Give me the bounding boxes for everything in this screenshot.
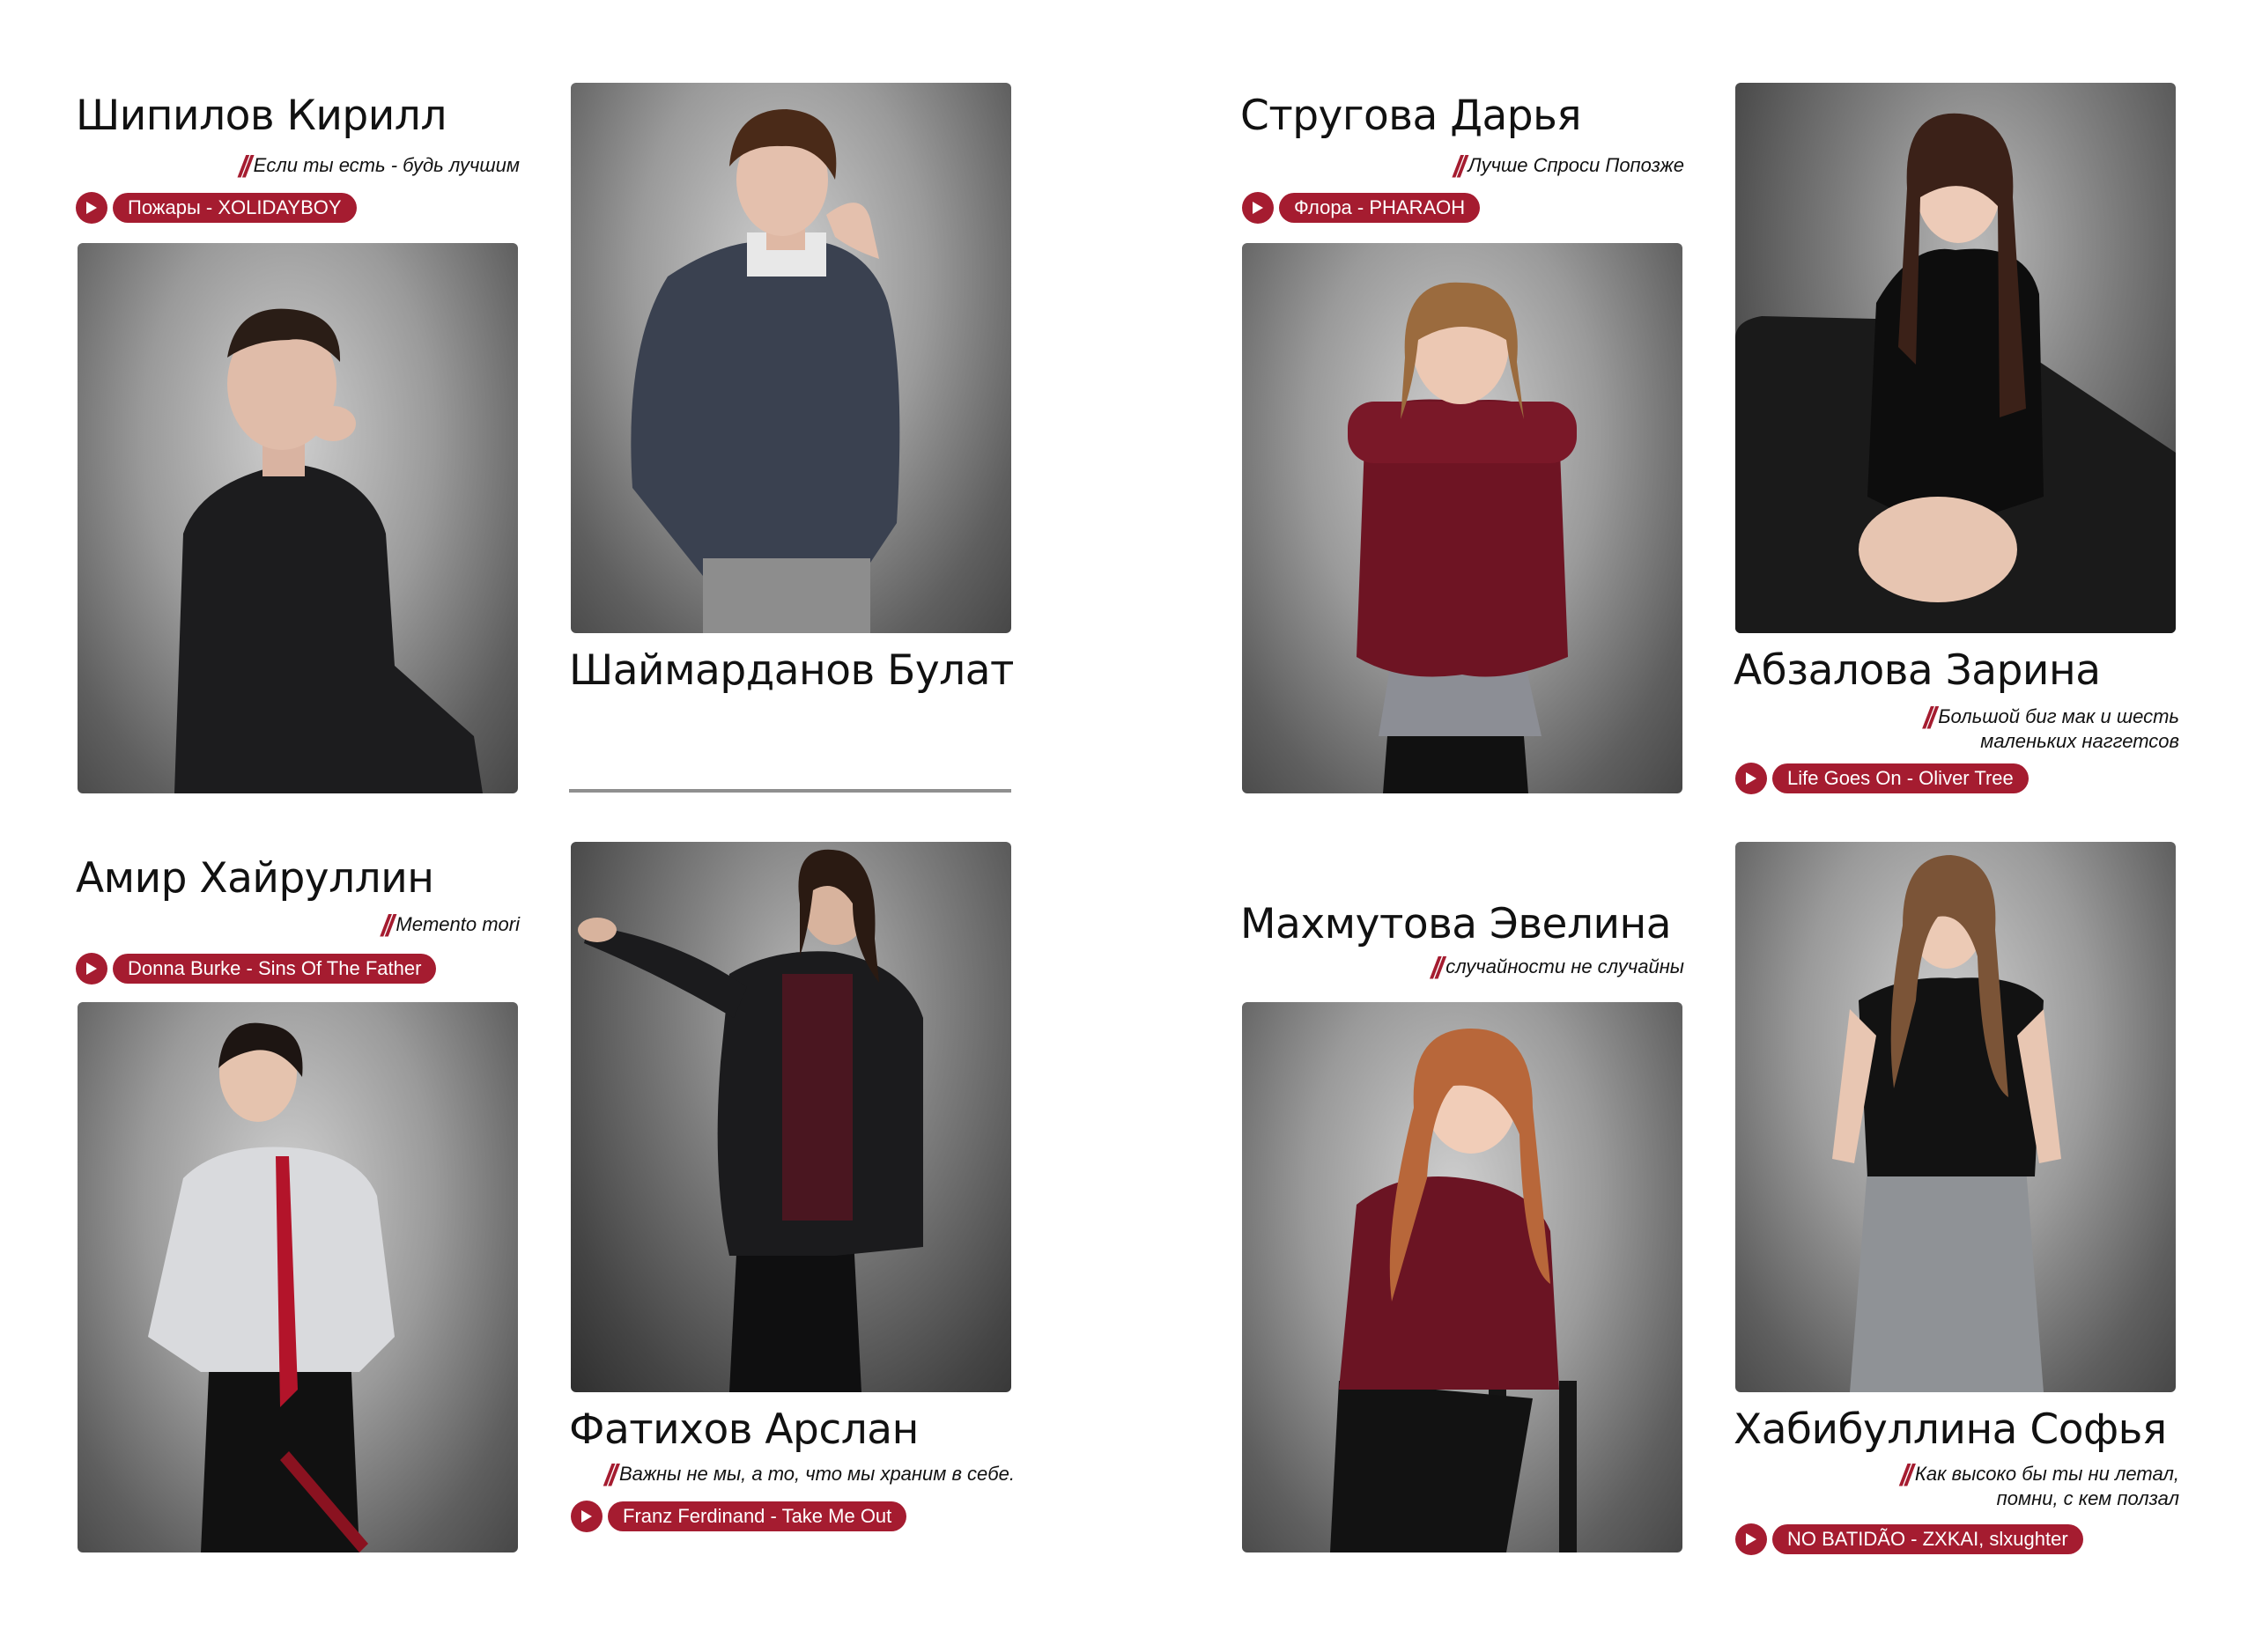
student-name: Стругова Дарья — [1240, 92, 1582, 140]
song-track[interactable]: Пожары - XOLIDAYBOY — [76, 192, 357, 224]
student-name: Махмутова Эвелина — [1240, 900, 1672, 948]
student-photo — [1242, 1002, 1682, 1552]
song-track[interactable]: Franz Ferdinand - Take Me Out — [571, 1501, 907, 1532]
student-name: Амир Хайруллин — [76, 854, 434, 903]
quote-mark-icon: // — [1453, 151, 1467, 184]
student-quote: //Memento mori — [381, 909, 521, 941]
student-quote: //Если ты есть - будь лучшим — [239, 150, 520, 182]
student-quote: //Важны не мы, а то, что мы храним в себ… — [604, 1458, 1015, 1491]
play-icon[interactable] — [76, 192, 107, 224]
student-quote: //случайности не случайны — [1431, 951, 1684, 984]
quote-line: Большой биг мак и шесть — [1938, 705, 2179, 727]
quote-line: Memento mori — [396, 913, 520, 935]
quote-mark-icon: // — [604, 1459, 617, 1493]
quote-mark-icon: // — [381, 910, 395, 943]
quote-line: случайности не случайны — [1445, 955, 1684, 977]
student-photo — [78, 243, 518, 793]
student-photo — [1242, 243, 1682, 793]
student-photo — [1735, 842, 2176, 1392]
student-quote: //Как высоко бы ты ни летал, помни, с ке… — [1900, 1458, 2179, 1511]
play-icon[interactable] — [1735, 763, 1767, 794]
song-track[interactable]: NO BATIDÃO - ZXKAI, slxughter — [1735, 1523, 2083, 1555]
quote-line: маленьких наггетсов — [1980, 730, 2179, 752]
quote-line: Важны не мы, а то, что мы храним в себе. — [618, 1463, 1015, 1485]
song-button[interactable]: NO BATIDÃO - ZXKAI, slxughter — [1772, 1524, 2083, 1554]
play-icon[interactable] — [571, 1501, 603, 1532]
song-button[interactable]: Флора - PHARAOH — [1279, 193, 1481, 223]
play-icon[interactable] — [76, 953, 107, 985]
song-button[interactable]: Donna Burke - Sins Of The Father — [113, 954, 437, 984]
student-quote: //Большой биг мак и шесть маленьких нагг… — [1923, 701, 2179, 754]
quote-mark-icon: // — [238, 151, 252, 184]
student-photo — [78, 1002, 518, 1552]
student-name: Абзалова Зарина — [1734, 646, 2101, 695]
student-name: Шипилов Кирилл — [76, 92, 447, 140]
student-photo — [1735, 83, 2176, 633]
quote-mark-icon: // — [1431, 952, 1444, 985]
student-photo — [571, 842, 1011, 1392]
quote-line: Как высоко бы ты ни летал, — [1914, 1463, 2179, 1485]
song-button[interactable]: Пожары - XOLIDAYBOY — [113, 193, 357, 223]
student-photo — [571, 83, 1011, 633]
song-track[interactable]: Life Goes On - Oliver Tree — [1735, 763, 2029, 794]
quote-mark-icon: // — [1923, 702, 1936, 735]
song-track[interactable]: Donna Burke - Sins Of The Father — [76, 953, 437, 985]
song-button[interactable]: Life Goes On - Oliver Tree — [1772, 763, 2029, 793]
quote-line: Если ты есть - будь лучшим — [253, 154, 520, 176]
quote-line: помни, с кем ползал — [1996, 1487, 2179, 1509]
play-icon[interactable] — [1735, 1523, 1767, 1555]
divider — [569, 789, 1011, 793]
student-name: Шаймарданов Булат — [569, 646, 1014, 695]
student-name: Фатихов Арслан — [569, 1405, 919, 1454]
song-button[interactable]: Franz Ferdinand - Take Me Out — [608, 1501, 907, 1531]
student-quote: //Лучше Спроси Попозже — [1453, 150, 1684, 182]
song-track[interactable]: Флора - PHARAOH — [1242, 192, 1481, 224]
quote-mark-icon: // — [1900, 1459, 1913, 1493]
play-icon[interactable] — [1242, 192, 1274, 224]
quote-line: Лучше Спроси Попозже — [1468, 154, 1684, 176]
student-name: Хабибуллина Софья — [1734, 1405, 2167, 1454]
